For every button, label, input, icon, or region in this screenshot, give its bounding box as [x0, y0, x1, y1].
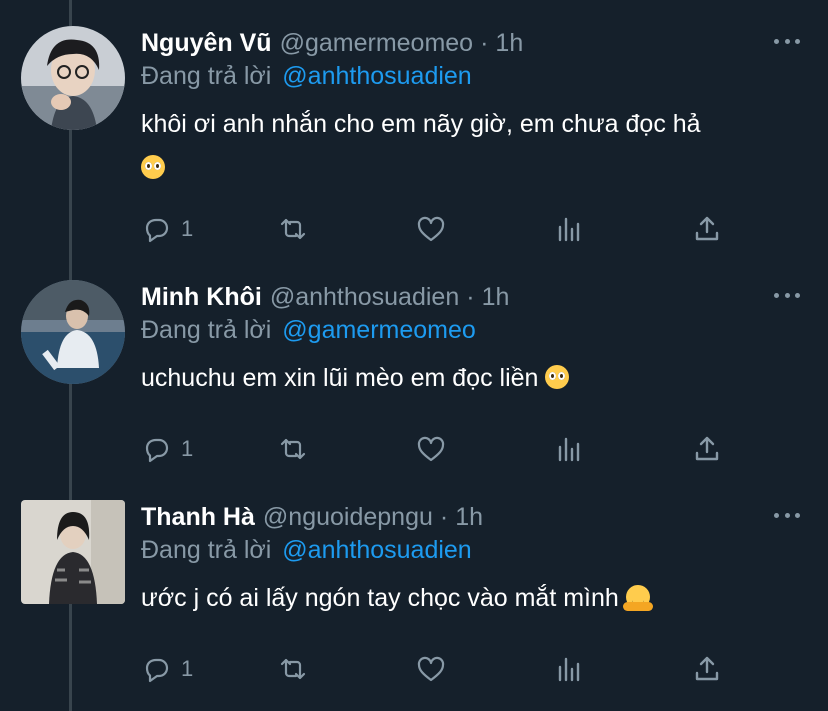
reply-count: 1	[181, 656, 194, 681]
tweet-actions: 1	[141, 652, 741, 686]
user-handle[interactable]: @gamermeomeo	[280, 29, 474, 58]
display-name[interactable]: Thanh Hà	[141, 503, 255, 532]
replying-to: Đang trả lời @gamermeomeo	[141, 316, 476, 345]
mention-link[interactable]: @gamermeomeo	[282, 316, 476, 344]
user-handle[interactable]: @nguoidepngu	[263, 503, 433, 532]
separator-dot: ·	[439, 502, 449, 531]
hugging-face-emoji	[622, 585, 653, 611]
analytics-button[interactable]	[554, 652, 586, 686]
replying-to: Đang trả lời @anhthosuadien	[141, 62, 472, 91]
analytics-icon	[558, 657, 580, 682]
share-icon	[695, 436, 719, 461]
timestamp[interactable]: 1h	[495, 29, 523, 58]
mention-link[interactable]: @anhthosuadien	[282, 536, 471, 564]
replying-to-label: Đang trả lời	[141, 316, 272, 344]
tweet-actions: 1	[141, 432, 741, 466]
analytics-icon	[558, 437, 580, 462]
tweet-actions: 1	[141, 212, 741, 246]
analytics-button[interactable]	[554, 432, 586, 466]
retweet-icon	[280, 438, 306, 460]
like-icon	[417, 436, 445, 462]
more-icon[interactable]	[774, 36, 800, 46]
like-button[interactable]	[415, 652, 447, 686]
like-button[interactable]	[415, 212, 447, 246]
tweet-text: ước j có ai lấy ngón tay chọc vào mắt mì…	[141, 576, 801, 620]
retweet-button[interactable]	[277, 212, 309, 246]
reply-button[interactable]: 1	[141, 212, 193, 246]
retweet-button[interactable]	[277, 432, 309, 466]
reply-button[interactable]: 1	[141, 432, 193, 466]
like-icon	[417, 216, 445, 242]
share-button[interactable]	[691, 212, 723, 246]
analytics-button[interactable]	[554, 212, 586, 246]
more-icon[interactable]	[774, 510, 800, 520]
like-button[interactable]	[415, 432, 447, 466]
pleading-face-emoji	[545, 365, 570, 389]
reply-count: 1	[181, 216, 194, 241]
tweet-text-content: khôi ơi anh nhắn cho em nãy giờ, em chưa…	[141, 110, 701, 138]
mention-link[interactable]: @anhthosuadien	[282, 62, 471, 90]
reply-count: 1	[181, 436, 194, 461]
retweet-icon	[280, 218, 306, 240]
separator-dot: ·	[480, 28, 489, 57]
share-icon	[695, 216, 719, 241]
reply-button[interactable]: 1	[141, 652, 193, 686]
replying-to: Đang trả lời @anhthosuadien	[141, 536, 472, 565]
tweet-text-content: ước j có ai lấy ngón tay chọc vào mắt mì…	[141, 584, 619, 612]
avatar[interactable]	[21, 26, 125, 130]
analytics-icon	[558, 217, 580, 242]
tweet-header: Nguyên Vũ @gamermeomeo · 1h	[141, 26, 523, 60]
reply-icon	[145, 658, 169, 683]
timestamp[interactable]: 1h	[482, 283, 510, 312]
tweet-header: Thanh Hà @nguoidepngu · 1h	[141, 500, 483, 534]
user-handle[interactable]: @anhthosuadien	[270, 283, 459, 312]
share-icon	[695, 656, 719, 681]
reply-icon	[145, 438, 169, 463]
share-button[interactable]	[691, 652, 723, 686]
retweet-icon	[280, 658, 306, 680]
tweet-header: Minh Khôi @anhthosuadien · 1h	[141, 280, 509, 314]
display-name[interactable]: Minh Khôi	[141, 283, 262, 312]
replying-to-label: Đang trả lời	[141, 536, 272, 564]
like-icon	[417, 656, 445, 682]
display-name[interactable]: Nguyên Vũ	[141, 29, 272, 58]
tweet-text: uchuchu em xin lũi mèo em đọc liền	[141, 356, 801, 400]
reply-icon	[145, 218, 169, 243]
separator-dot: ·	[466, 282, 475, 311]
timestamp[interactable]: 1h	[455, 503, 483, 532]
avatar[interactable]	[21, 280, 125, 384]
avatar[interactable]	[21, 500, 125, 604]
pleading-face-emoji	[141, 155, 165, 179]
tweet-text: khôi ơi anh nhắn cho em nãy giờ, em chưa…	[141, 102, 801, 190]
replying-to-label: Đang trả lời	[141, 62, 272, 90]
tweet-text-content: uchuchu em xin lũi mèo em đọc liền	[141, 364, 539, 392]
more-icon[interactable]	[774, 290, 800, 300]
retweet-button[interactable]	[277, 652, 309, 686]
share-button[interactable]	[691, 432, 723, 466]
